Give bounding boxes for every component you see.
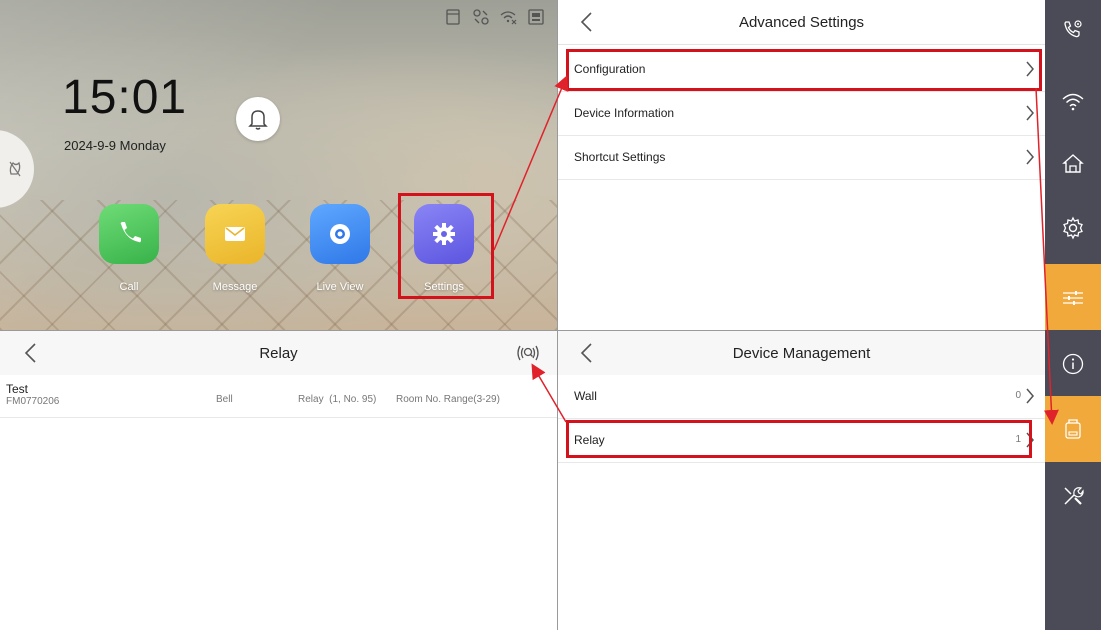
annotation-arrows — [493, 75, 1059, 425]
arrow-configuration-to-device-management — [1035, 87, 1059, 425]
arrow-relay-to-search — [531, 363, 567, 423]
arrow-settings-to-configuration — [493, 75, 569, 251]
